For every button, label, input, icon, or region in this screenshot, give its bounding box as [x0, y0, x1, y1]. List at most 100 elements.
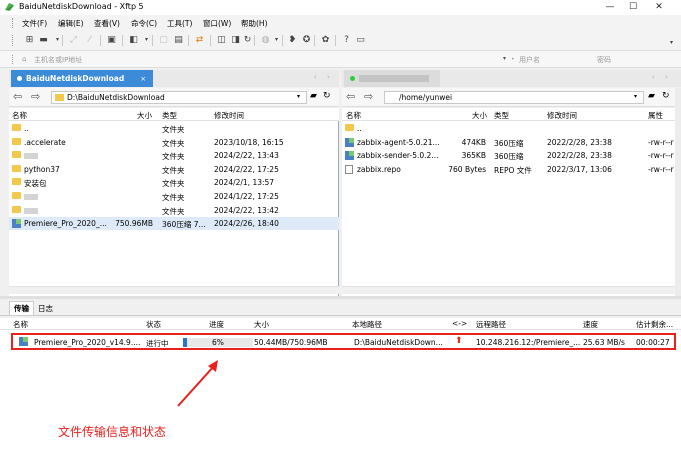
globe-icon[interactable]: ◍: [260, 34, 271, 45]
refresh-icon[interactable]: ↻: [323, 91, 331, 101]
col-modified[interactable]: 修改时间: [214, 110, 244, 121]
left-row-type: 文件夹: [162, 152, 185, 162]
col-type[interactable]: 类型: [494, 110, 509, 121]
menu-file[interactable]: 文件(F): [22, 18, 47, 29]
sync-icon[interactable]: ◫: [216, 34, 227, 45]
folder-up-icon[interactable]: ▰: [310, 91, 317, 101]
tab-local[interactable]: BaiduNetdiskDownload ×: [11, 70, 154, 87]
script-icon[interactable]: ✪: [301, 34, 312, 45]
menu-help[interactable]: 帮助(H): [241, 18, 268, 29]
refresh-icon[interactable]: ↻: [662, 91, 670, 101]
paste-icon[interactable]: ▤: [173, 34, 184, 45]
col-size[interactable]: 大小: [254, 319, 269, 330]
col-name[interactable]: 名称: [13, 319, 28, 330]
forward-arrow-icon[interactable]: ⇨: [364, 90, 373, 103]
username-input[interactable]: 用户名: [519, 55, 540, 65]
separator: [210, 35, 211, 46]
file-row[interactable]: 文件夹 2024/2/22, 13:43: [9, 149, 339, 162]
forward-arrow-icon[interactable]: ⇨: [31, 90, 40, 103]
col-modified[interactable]: 修改时间: [547, 110, 577, 121]
transfer-icon[interactable]: ⇄: [194, 34, 205, 45]
grip: [12, 35, 14, 46]
chat-icon[interactable]: ▭: [355, 34, 366, 45]
help-icon[interactable]: ?: [341, 34, 352, 45]
copy-icon[interactable]: ▢: [158, 34, 169, 45]
transfer-row[interactable]: Premiere_Pro_2020_v14.9.... 进行中 6% 50.44…: [11, 333, 676, 350]
toolbar: ⊞ ▬ ▾ ⤢ ⁄ ▣ ◧ ▾ ▢ ▤ ⇄ ◫ ◨ ↻ ◍ ▾ ❥ ✪ ✿ ? …: [0, 31, 681, 51]
left-path-input[interactable]: D:\BaiduNetdiskDownload: [51, 91, 307, 104]
tab-prev-icon[interactable]: ‹: [314, 73, 317, 81]
compare-icon[interactable]: ◨: [230, 34, 241, 45]
right-row-attr: -rw-r--r: [648, 151, 674, 161]
host-dropdown-icon[interactable]: ▾: [503, 55, 506, 62]
new-session-icon[interactable]: ⊞: [24, 34, 35, 45]
refresh-icon[interactable]: ↻: [242, 34, 253, 45]
menu-tools[interactable]: 工具(T): [167, 18, 192, 29]
file-row[interactable]: .. 文件夹: [9, 122, 339, 135]
col-name[interactable]: 名称: [346, 110, 361, 121]
maximize-button[interactable]: ☐: [626, 1, 640, 13]
view-icon[interactable]: ◧: [128, 34, 139, 45]
folder-icon: [345, 124, 354, 131]
menu-edit[interactable]: 编辑(E): [58, 18, 84, 29]
left-hscroll[interactable]: [9, 286, 339, 294]
left-row-size: 750.96MB: [115, 219, 153, 229]
open-folder-icon[interactable]: ▬: [38, 34, 49, 45]
col-speed[interactable]: 速度: [583, 319, 598, 330]
path-dropdown-icon[interactable]: ▾: [297, 93, 300, 100]
file-row[interactable]: zabbix-sender-5.0.2... 365KB 360压缩 2022/2/2…: [342, 149, 675, 162]
col-direction[interactable]: <->: [452, 319, 467, 328]
tab-prev-icon[interactable]: ‹: [652, 73, 655, 81]
file-row[interactable]: .accelerate 文件夹 2023/10/18, 16:15: [9, 136, 339, 149]
col-type[interactable]: 类型: [162, 110, 177, 121]
menu-command[interactable]: 命令(C): [131, 18, 157, 29]
file-row[interactable]: 文件夹 2024/1/22, 17:25: [9, 190, 339, 203]
col-size[interactable]: 大小: [137, 110, 152, 121]
dropdown-icon[interactable]: ▾: [271, 34, 282, 45]
file-row[interactable]: zabbix.repo 760 Bytes REPO 文件 2022/3/17, 13…: [342, 163, 675, 176]
right-vscroll[interactable]: [675, 88, 681, 296]
password-input[interactable]: 密码: [597, 55, 611, 65]
connect-icon[interactable]: ⤢: [68, 34, 79, 45]
tab-log[interactable]: 日志: [34, 301, 57, 315]
file-row[interactable]: zabbix-agent-5.0.21... 474KB 360压缩 2022/2/2…: [342, 136, 675, 149]
settings-icon[interactable]: ✿: [320, 34, 331, 45]
left-row-type: 360压缩 7...: [162, 220, 206, 230]
back-arrow-icon[interactable]: ⇦: [346, 90, 355, 103]
properties-icon[interactable]: ▣: [106, 34, 117, 45]
file-row[interactable]: 文件夹 2024/2/22, 13:42: [9, 204, 339, 217]
bookmark-icon[interactable]: ❥: [287, 34, 298, 45]
right-hscroll[interactable]: [342, 286, 675, 294]
toolbar-overflow-icon[interactable]: ▾: [666, 37, 677, 48]
file-row[interactable]: 安装包 文件夹 2024/2/1, 13:57: [9, 176, 339, 189]
right-row-type: 360压缩: [494, 138, 524, 148]
col-progress[interactable]: 进度: [209, 319, 224, 330]
col-eta[interactable]: 估计剩余...: [636, 319, 673, 330]
close-tab-icon[interactable]: ×: [140, 75, 146, 83]
col-remote-path[interactable]: 远程路径: [476, 319, 506, 330]
menu-view[interactable]: 查看(V): [94, 18, 120, 29]
col-size[interactable]: 大小: [472, 110, 487, 121]
menu-window[interactable]: 窗口(W): [203, 18, 231, 29]
col-local-path[interactable]: 本地路径: [352, 319, 382, 330]
minimize-button[interactable]: —: [603, 1, 617, 13]
col-status[interactable]: 状态: [146, 319, 161, 330]
file-row[interactable]: ..: [342, 122, 675, 135]
folder-up-icon[interactable]: ▰: [648, 91, 655, 101]
col-name[interactable]: 名称: [12, 110, 27, 121]
host-input[interactable]: 主机名或IP地址: [34, 55, 82, 65]
path-dropdown-icon[interactable]: ▾: [634, 93, 637, 100]
back-arrow-icon[interactable]: ⇦: [13, 90, 22, 103]
tab-transfer[interactable]: 传输: [9, 301, 34, 315]
tab-next-icon[interactable]: ›: [327, 73, 330, 81]
tab-remote[interactable]: [344, 70, 440, 87]
file-row[interactable]: python37 文件夹 2024/2/22, 17:25: [9, 163, 339, 176]
right-path-input[interactable]: /home/yunwei: [384, 91, 644, 104]
col-attr[interactable]: 属性: [648, 110, 663, 121]
file-row[interactable]: Premiere_Pro_2020_... 750.96MB 360压缩 7... 2…: [9, 217, 339, 231]
disconnect-icon[interactable]: ⁄: [84, 34, 95, 45]
tab-label: BaiduNetdiskDownload: [26, 74, 125, 83]
tab-next-icon[interactable]: ›: [665, 73, 668, 81]
close-button[interactable]: ✕: [652, 1, 666, 13]
dropdown-icon[interactable]: ▾: [141, 34, 152, 45]
